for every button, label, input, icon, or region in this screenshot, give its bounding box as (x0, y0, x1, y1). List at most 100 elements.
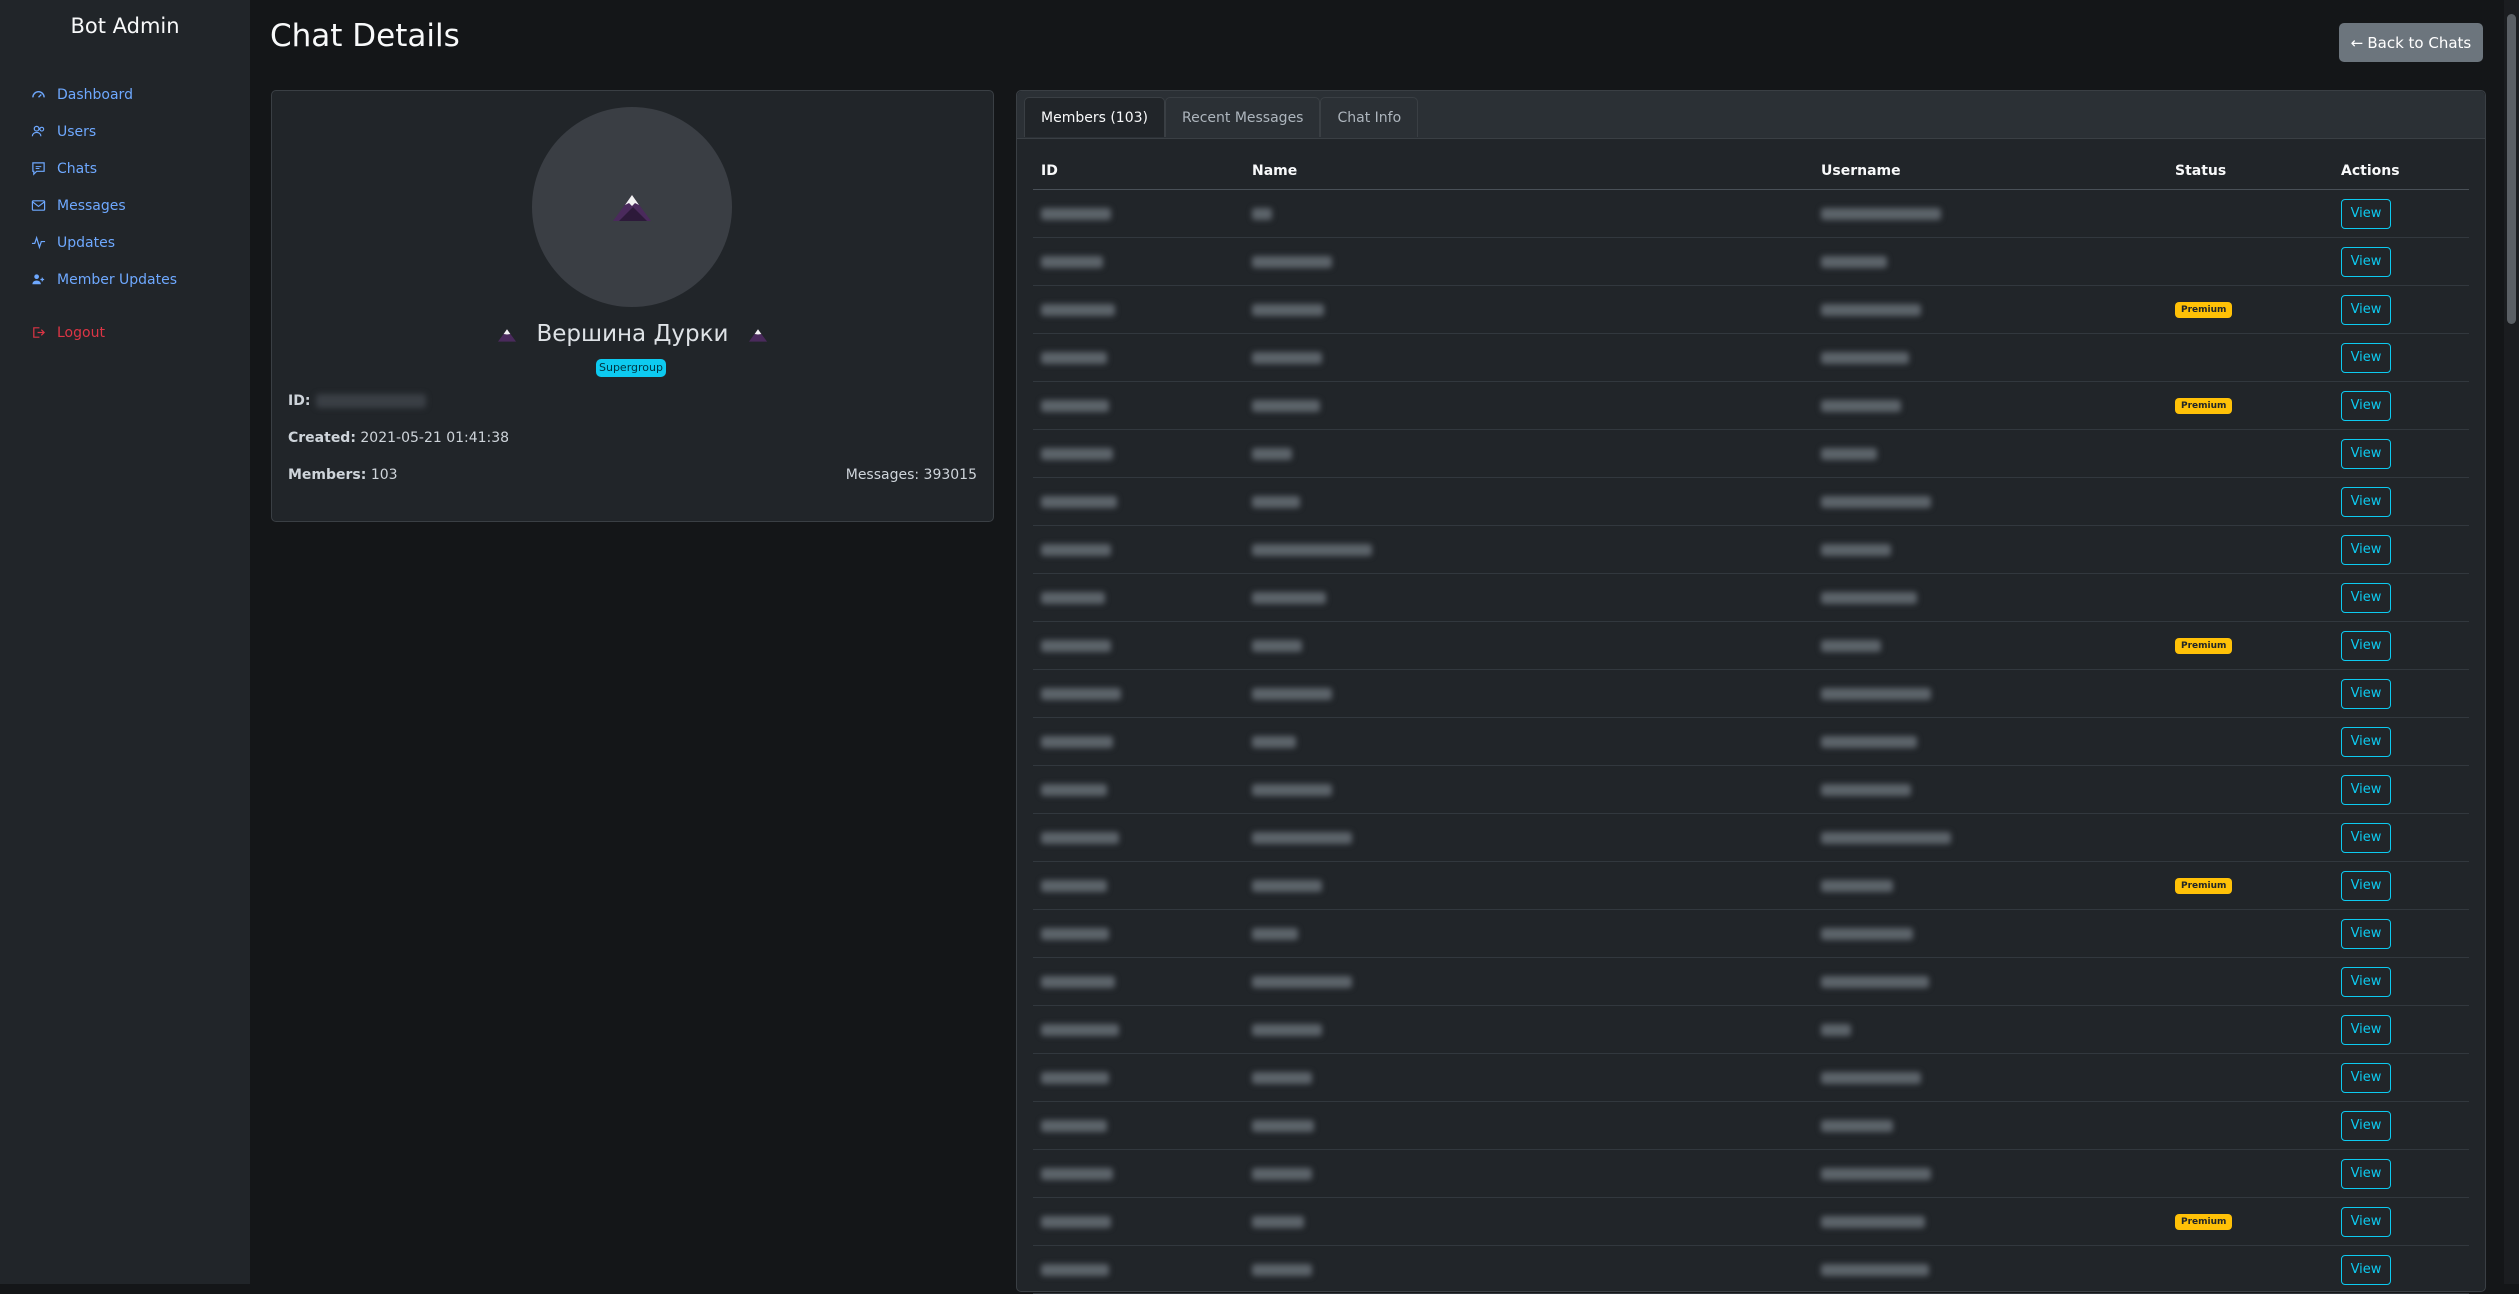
created-value: 2021-05-21 01:41:38 (360, 430, 510, 446)
view-member-button[interactable]: View (2341, 1110, 2391, 1141)
view-member-button[interactable]: View (2341, 822, 2391, 853)
sidebar-item-chats[interactable]: Chats (0, 150, 250, 187)
sidebar-item-label: Updates (57, 234, 115, 251)
member-actions-cell: View (2333, 1149, 2469, 1198)
members-label: Members: (288, 467, 367, 483)
view-member-button[interactable]: View (2341, 486, 2391, 517)
member-actions-cell: View (2333, 333, 2469, 382)
member-id-redacted (1041, 495, 1117, 508)
member-username-cell (1813, 765, 2167, 814)
view-member-button[interactable]: View (2341, 1158, 2391, 1189)
member-username-redacted (1821, 1071, 1921, 1084)
table-row: View (1033, 477, 2469, 526)
page-title: Chat Details (270, 18, 460, 54)
member-id-cell (1033, 621, 1244, 670)
member-name-redacted (1252, 255, 1332, 268)
member-id-cell (1033, 237, 1244, 286)
member-actions-cell: View (2333, 957, 2469, 1006)
table-row: View (1033, 525, 2469, 574)
sidebar-item-member-updates[interactable]: Member Updates (0, 261, 250, 298)
view-member-button[interactable]: View (2341, 918, 2391, 949)
dashboard-icon (32, 91, 45, 98)
member-updates-icon (32, 274, 45, 285)
view-member-button[interactable]: View (2341, 1254, 2391, 1285)
member-status-cell (2167, 333, 2333, 382)
view-member-button[interactable]: View (2341, 630, 2391, 661)
member-id-cell (1033, 1053, 1244, 1102)
member-status-cell (2167, 1005, 2333, 1054)
member-status-cell (2167, 1149, 2333, 1198)
member-username-redacted (1821, 927, 1913, 940)
member-id-cell (1033, 285, 1244, 334)
view-member-button[interactable]: View (2341, 582, 2391, 613)
member-status-cell: Premium (2167, 285, 2333, 334)
view-member-button[interactable]: View (2341, 774, 2391, 805)
view-member-button[interactable]: View (2341, 726, 2391, 757)
member-username-cell (1813, 1197, 2167, 1246)
tab-list: Members (103) Recent Messages Chat Info (1024, 97, 1419, 137)
table-row: View (1033, 1101, 2469, 1150)
member-name-cell (1244, 813, 1813, 862)
member-status-cell (2167, 237, 2333, 286)
member-id-cell (1033, 1101, 1244, 1150)
tab-members[interactable]: Members (103) (1024, 97, 1165, 137)
scrollbar-thumb[interactable] (2507, 14, 2516, 324)
sidebar-item-logout[interactable]: Logout (0, 314, 250, 351)
mountain-icon (613, 195, 651, 221)
back-to-chats-button[interactable]: ← Back to Chats (2339, 23, 2483, 62)
member-actions-cell: View (2333, 813, 2469, 862)
member-actions-cell: View (2333, 765, 2469, 814)
chat-name: Вершина Дурки (536, 321, 729, 347)
table-row: View (1033, 669, 2469, 718)
view-member-button[interactable]: View (2341, 438, 2391, 469)
id-label: ID: (288, 393, 311, 409)
member-id-cell (1033, 333, 1244, 382)
view-member-button[interactable]: View (2341, 246, 2391, 277)
view-member-button[interactable]: View (2341, 342, 2391, 373)
member-username-cell (1813, 573, 2167, 622)
page-scrollbar[interactable] (2504, 0, 2519, 1284)
member-username-redacted (1821, 543, 1891, 556)
member-status-cell (2167, 573, 2333, 622)
tab-chat-info[interactable]: Chat Info (1320, 97, 1419, 137)
member-name-redacted (1252, 639, 1302, 652)
member-name-redacted (1252, 1023, 1322, 1036)
members-table-wrap: ID Name Username Status Actions View View… (1033, 153, 2469, 1294)
member-name-cell (1244, 1053, 1813, 1102)
member-name-redacted (1252, 399, 1320, 412)
member-username-cell (1813, 333, 2167, 382)
member-username-cell (1813, 237, 2167, 286)
premium-badge: Premium (2175, 878, 2233, 894)
sidebar-item-updates[interactable]: Updates (0, 224, 250, 261)
table-row: Premium View (1033, 1197, 2469, 1246)
view-member-button[interactable]: View (2341, 1062, 2391, 1093)
table-row: View (1033, 573, 2469, 622)
member-id-cell (1033, 381, 1244, 430)
member-status-cell (2167, 477, 2333, 526)
view-member-button[interactable]: View (2341, 1206, 2391, 1237)
column-header-username: Username (1813, 153, 2167, 190)
view-member-button[interactable]: View (2341, 966, 2391, 997)
members-table-body: View View Premium View View Premium View View Vi… (1033, 189, 2469, 1294)
member-username-cell (1813, 429, 2167, 478)
member-id-cell (1033, 813, 1244, 862)
users-icon (31, 125, 45, 137)
view-member-button[interactable]: View (2341, 870, 2391, 901)
table-row: View (1033, 813, 2469, 862)
member-name-cell (1244, 189, 1813, 238)
member-actions-cell: View (2333, 1101, 2469, 1150)
sidebar-item-messages[interactable]: Messages (0, 187, 250, 224)
view-member-button[interactable]: View (2341, 534, 2391, 565)
member-id-cell (1033, 669, 1244, 718)
view-member-button[interactable]: View (2341, 198, 2391, 229)
member-id-redacted (1041, 303, 1115, 316)
view-member-button[interactable]: View (2341, 294, 2391, 325)
sidebar-item-dashboard[interactable]: Dashboard (0, 76, 250, 113)
view-member-button[interactable]: View (2341, 1014, 2391, 1045)
view-member-button[interactable]: View (2341, 678, 2391, 709)
member-username-redacted (1821, 351, 1909, 364)
view-member-button[interactable]: View (2341, 390, 2391, 421)
sidebar-item-users[interactable]: Users (0, 113, 250, 150)
tab-recent-messages[interactable]: Recent Messages (1164, 97, 1321, 137)
member-status-cell (2167, 765, 2333, 814)
